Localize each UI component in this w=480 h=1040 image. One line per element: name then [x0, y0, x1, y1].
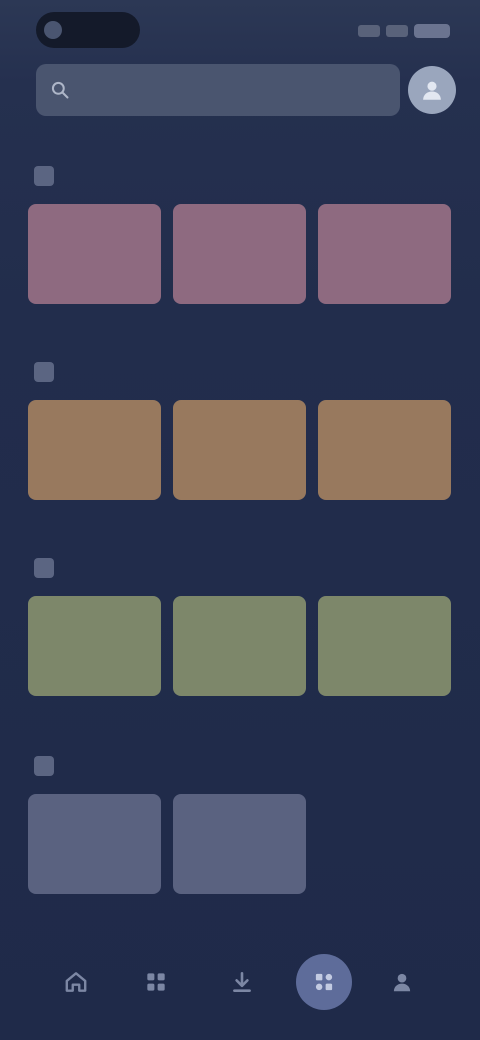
- grid-icon: [147, 973, 165, 991]
- tile-row: [28, 204, 452, 304]
- bottom-nav: [0, 936, 480, 1026]
- category-tile[interactable]: [318, 400, 451, 500]
- search-input[interactable]: [84, 74, 400, 106]
- wifi-icon: [386, 25, 408, 37]
- section-icon: [34, 558, 54, 578]
- section-icon: [34, 166, 54, 186]
- section-header[interactable]: [28, 552, 452, 584]
- status-pill: [36, 12, 140, 48]
- category-icon: [315, 973, 333, 991]
- category-tile[interactable]: [173, 400, 306, 500]
- category-tile[interactable]: [28, 400, 161, 500]
- tile-row: [28, 794, 452, 894]
- category-tile[interactable]: [318, 204, 451, 304]
- section-header[interactable]: [28, 356, 452, 388]
- nav-home[interactable]: [48, 954, 104, 1010]
- category-tile[interactable]: [173, 794, 306, 894]
- section-header[interactable]: [28, 750, 452, 782]
- section-2: [28, 356, 452, 500]
- battery-icon: [414, 24, 450, 38]
- category-tile[interactable]: [28, 204, 161, 304]
- search-row: [36, 64, 456, 116]
- section-1: [28, 160, 452, 304]
- category-tile[interactable]: [318, 596, 451, 696]
- app-screen: [0, 0, 480, 1040]
- avatar-icon: [423, 81, 441, 100]
- category-tile[interactable]: [28, 596, 161, 696]
- section-icon: [34, 756, 54, 776]
- tile-row: [28, 400, 452, 500]
- profile-icon: [393, 973, 411, 992]
- category-tile[interactable]: [173, 596, 306, 696]
- section-icon: [34, 362, 54, 382]
- notification-dot: [44, 21, 62, 39]
- status-icons: [358, 20, 450, 42]
- download-icon: [233, 972, 251, 992]
- home-icon: [65, 972, 87, 992]
- search-icon: [51, 81, 69, 99]
- section-4: [28, 750, 452, 894]
- search-box[interactable]: [36, 64, 400, 116]
- avatar-button[interactable]: [408, 66, 456, 114]
- section-3: [28, 552, 452, 696]
- nav-download[interactable]: [214, 954, 270, 1010]
- nav-category-active[interactable]: [296, 954, 352, 1010]
- status-bar: [0, 0, 480, 58]
- nav-grid[interactable]: [128, 954, 184, 1010]
- section-header[interactable]: [28, 160, 452, 192]
- tile-row: [28, 596, 452, 696]
- category-tile[interactable]: [28, 794, 161, 894]
- nav-profile[interactable]: [374, 954, 430, 1010]
- signal-icon: [358, 25, 380, 37]
- category-tile[interactable]: [173, 204, 306, 304]
